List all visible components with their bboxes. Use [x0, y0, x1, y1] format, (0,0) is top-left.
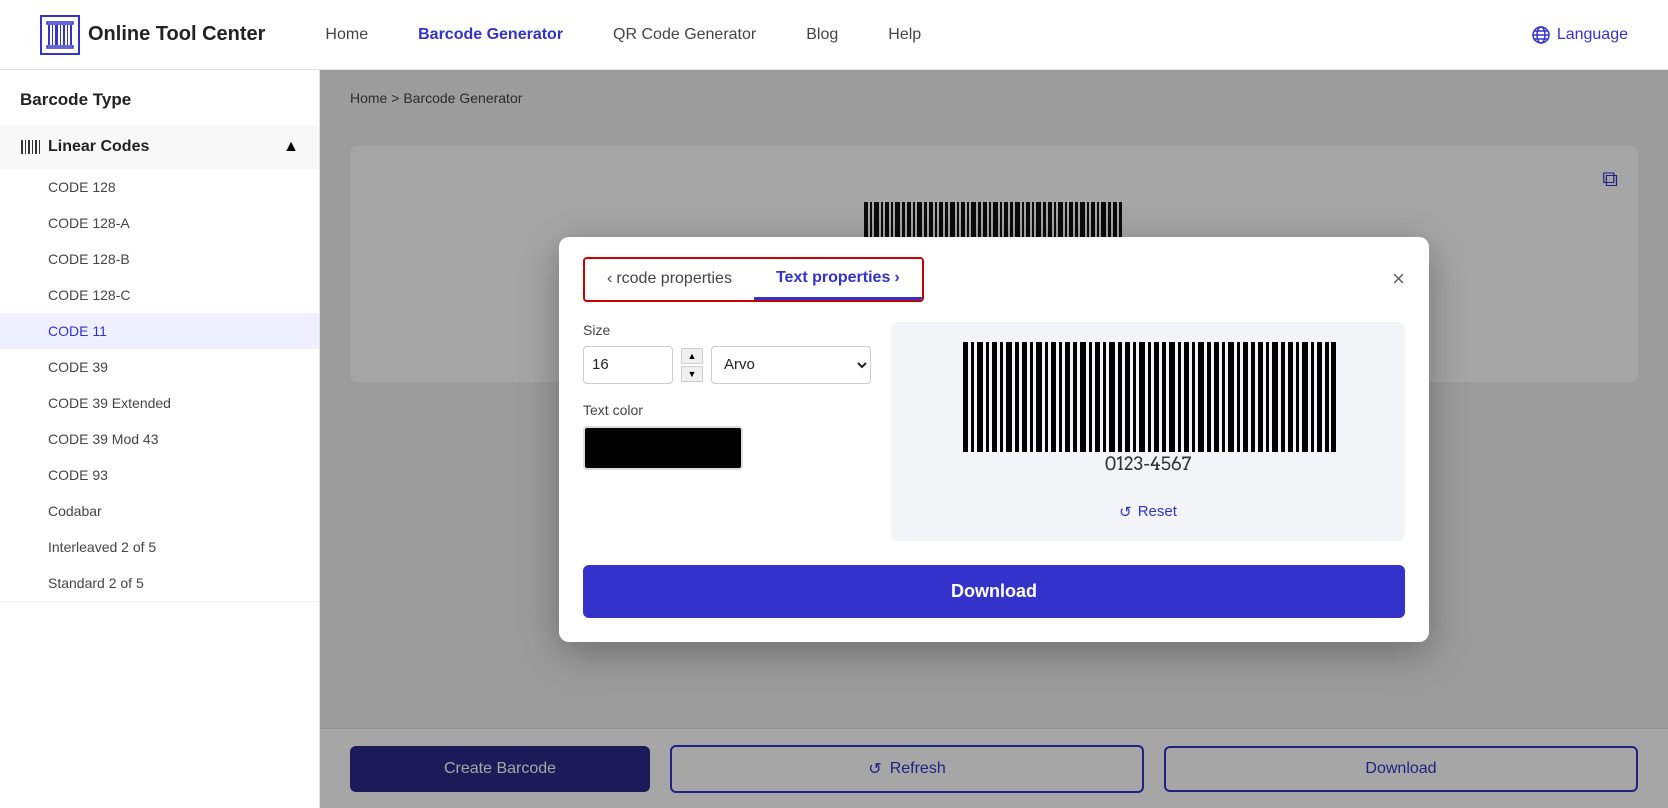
sidebar: Barcode Type Linear Codes ▲ CO — [0, 70, 320, 808]
barcode-icon — [20, 137, 40, 157]
tab-back-arrow: ‹ — [607, 270, 612, 288]
nav-home[interactable]: Home — [325, 26, 368, 44]
nav-help[interactable]: Help — [888, 26, 921, 44]
size-increment-button[interactable]: ▲ — [681, 348, 703, 364]
reset-label: Reset — [1138, 503, 1177, 520]
sidebar-item-interleaved[interactable]: Interleaved 2 of 5 — [0, 529, 319, 565]
header: Online Tool Center Home Barcode Generato… — [0, 0, 1668, 70]
language-label: Language — [1557, 26, 1628, 44]
nav-barcode-generator[interactable]: Barcode Generator — [418, 26, 563, 44]
modal-form-panel: Size ▲ ▼ Arvo Arial Helvetica — [583, 322, 871, 541]
size-input[interactable] — [583, 346, 673, 384]
tab-barcode-properties[interactable]: ‹ rcode properties — [585, 260, 754, 298]
logo-text: Online Tool Center — [88, 23, 265, 46]
modal-footer: Download — [559, 565, 1429, 642]
section-label: Linear Codes — [48, 138, 149, 156]
spinner-buttons: ▲ ▼ — [681, 348, 703, 382]
font-select[interactable]: Arvo Arial Helvetica Times New Roman Cou… — [711, 346, 871, 384]
sidebar-item-code93[interactable]: CODE 93 — [0, 457, 319, 493]
tab-forward-arrow: › — [894, 269, 899, 287]
reset-button[interactable]: ↺ Reset — [1119, 503, 1177, 521]
sidebar-item-code128b[interactable]: CODE 128-B — [0, 241, 319, 277]
content-area: Home > Barcode Generator ⧉ — [320, 70, 1668, 808]
sidebar-item-codabar[interactable]: Codabar — [0, 493, 319, 529]
modal-dialog: ‹ rcode properties Text properties › × — [559, 237, 1429, 642]
sidebar-section-linear: Linear Codes ▲ CODE 128 CODE 128-A CODE … — [0, 125, 319, 602]
sidebar-item-code39[interactable]: CODE 39 — [0, 349, 319, 385]
size-decrement-button[interactable]: ▼ — [681, 366, 703, 382]
sidebar-item-code39ext[interactable]: CODE 39 Extended — [0, 385, 319, 421]
sidebar-item-code39mod43[interactable]: CODE 39 Mod 43 — [0, 421, 319, 457]
modal-preview-panel: 0123-4567 ↺ Reset — [891, 322, 1405, 541]
modal-header: ‹ rcode properties Text properties › × — [559, 237, 1429, 302]
modal-barcode-svg: 0123-4567 — [958, 342, 1338, 472]
main-nav: Home Barcode Generator QR Code Generator… — [325, 26, 1530, 44]
modal-overlay: ‹ rcode properties Text properties › × — [320, 70, 1668, 808]
tab-barcode-label: rcode properties — [616, 270, 732, 288]
logo: Online Tool Center — [40, 15, 265, 55]
modal-close-button[interactable]: × — [1392, 268, 1405, 290]
size-label: Size — [583, 322, 871, 338]
sidebar-item-code128a[interactable]: CODE 128-A — [0, 205, 319, 241]
sidebar-section-header[interactable]: Linear Codes ▲ — [0, 125, 319, 169]
modal-body: Size ▲ ▼ Arvo Arial Helvetica — [559, 302, 1429, 565]
main-layout: Barcode Type Linear Codes ▲ CO — [0, 70, 1668, 808]
sidebar-item-code128c[interactable]: CODE 128-C — [0, 277, 319, 313]
text-color-swatch[interactable] — [583, 426, 743, 470]
language-button[interactable]: Language — [1531, 25, 1628, 45]
sidebar-item-code11[interactable]: CODE 11 — [0, 313, 319, 349]
modal-download-button[interactable]: Download — [583, 565, 1405, 618]
sidebar-items: CODE 128 CODE 128-A CODE 128-B CODE 128-… — [0, 169, 319, 601]
logo-icon — [40, 15, 80, 55]
section-header-left: Linear Codes — [20, 137, 149, 157]
reset-icon: ↺ — [1119, 503, 1132, 521]
tab-text-properties[interactable]: Text properties › — [754, 259, 922, 300]
tab-text-label: Text properties — [776, 269, 890, 287]
section-chevron-icon: ▲ — [283, 138, 299, 156]
svg-text:0123-4567: 0123-4567 — [1105, 454, 1192, 472]
sidebar-item-standard25[interactable]: Standard 2 of 5 — [0, 565, 319, 601]
nav-blog[interactable]: Blog — [806, 26, 838, 44]
modal-tabs: ‹ rcode properties Text properties › — [583, 257, 924, 302]
barcode-preview: 0123-4567 — [958, 342, 1338, 477]
text-color-label: Text color — [583, 402, 871, 418]
nav-qr-code[interactable]: QR Code Generator — [613, 26, 756, 44]
size-input-row: ▲ ▼ Arvo Arial Helvetica Times New Roman… — [583, 346, 871, 384]
sidebar-title: Barcode Type — [0, 90, 319, 125]
sidebar-item-code128[interactable]: CODE 128 — [0, 169, 319, 205]
